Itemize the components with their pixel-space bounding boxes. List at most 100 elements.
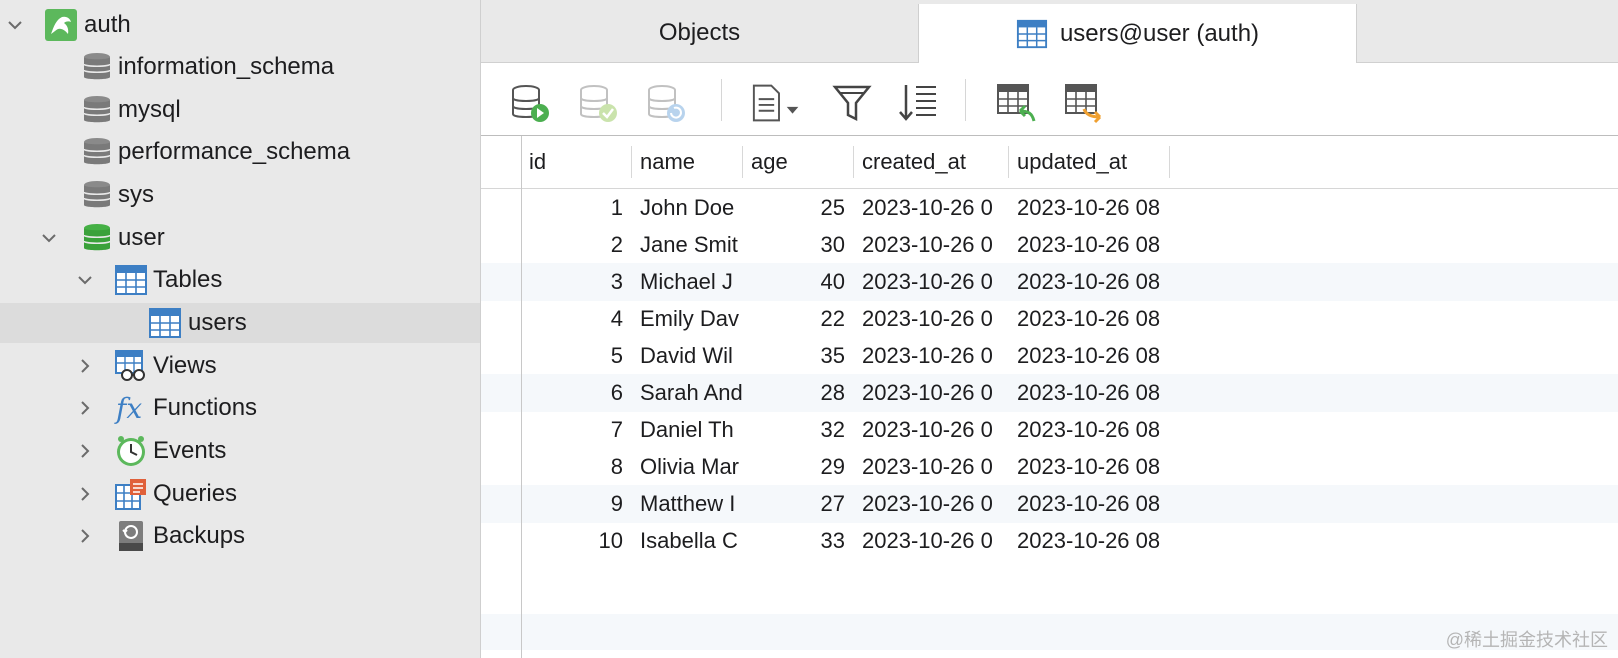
table-row[interactable]: 1 John Doe 25 2023-10-26 0 2023-10-26 08 xyxy=(481,189,1618,227)
cell-name[interactable]: Sarah And xyxy=(632,374,742,412)
filter-button[interactable] xyxy=(829,81,875,125)
cell-updated-at[interactable]: 2023-10-26 08 xyxy=(1009,411,1169,449)
cell-updated-at[interactable]: 2023-10-26 08 xyxy=(1009,189,1169,227)
cell-name[interactable]: John Doe xyxy=(632,189,742,227)
cell-name[interactable]: Daniel Th xyxy=(632,411,742,449)
cell-created-at[interactable]: 2023-10-26 0 xyxy=(854,522,1008,560)
cell-name[interactable]: David Wil xyxy=(632,337,742,375)
cell-created-at[interactable]: 2023-10-26 0 xyxy=(854,337,1008,375)
sidebar-item-auth[interactable]: auth xyxy=(0,5,480,45)
sidebar-item-user[interactable]: user xyxy=(0,218,480,258)
tab-users-table[interactable]: users@user (auth) xyxy=(919,4,1357,63)
chevron-down-icon[interactable] xyxy=(38,227,60,249)
cell-age[interactable]: 33 xyxy=(743,522,853,560)
cell-created-at[interactable]: 2023-10-26 0 xyxy=(854,374,1008,412)
sidebar-item-label: users xyxy=(188,309,247,336)
cell-age[interactable]: 35 xyxy=(743,337,853,375)
cell-age[interactable]: 32 xyxy=(743,411,853,449)
sidebar-item-queries[interactable]: Queries xyxy=(0,474,480,514)
table-row[interactable]: 9 Matthew I 27 2023-10-26 0 2023-10-26 08 xyxy=(481,485,1618,523)
chevron-right-icon[interactable] xyxy=(74,483,96,505)
cell-created-at[interactable]: 2023-10-26 0 xyxy=(854,300,1008,338)
export-button[interactable] xyxy=(1061,81,1107,125)
import-button[interactable] xyxy=(993,81,1039,125)
cell-id[interactable]: 5 xyxy=(521,337,631,375)
table-row[interactable]: 7 Daniel Th 32 2023-10-26 0 2023-10-26 08 xyxy=(481,411,1618,449)
cell-id[interactable]: 3 xyxy=(521,263,631,301)
cell-age[interactable]: 40 xyxy=(743,263,853,301)
cell-id[interactable]: 2 xyxy=(521,226,631,264)
cell-id[interactable]: 7 xyxy=(521,411,631,449)
cell-updated-at[interactable]: 2023-10-26 08 xyxy=(1009,226,1169,264)
table-row[interactable]: 8 Olivia Mar 29 2023-10-26 0 2023-10-26 08 xyxy=(481,448,1618,486)
sidebar-item-views[interactable]: Views xyxy=(0,346,480,386)
refresh-record-button[interactable] xyxy=(643,81,689,125)
cell-id[interactable]: 10 xyxy=(521,522,631,560)
cell-created-at[interactable]: 2023-10-26 0 xyxy=(854,448,1008,486)
sidebar-item-mysql[interactable]: mysql xyxy=(0,90,480,130)
column-header-age[interactable]: age xyxy=(743,136,853,188)
cell-updated-at[interactable]: 2023-10-26 08 xyxy=(1009,522,1169,560)
table-row[interactable]: 3 Michael J 40 2023-10-26 0 2023-10-26 08 xyxy=(481,263,1618,301)
cell-age[interactable]: 22 xyxy=(743,300,853,338)
sidebar-item-information-schema[interactable]: information_schema xyxy=(0,47,480,87)
empty-row xyxy=(481,578,1618,614)
cell-name[interactable]: Matthew I xyxy=(632,485,742,523)
cell-name[interactable]: Isabella C xyxy=(632,522,742,560)
column-header-id[interactable]: id xyxy=(521,136,631,188)
sidebar-item-tables[interactable]: Tables xyxy=(0,260,480,300)
cell-age[interactable]: 30 xyxy=(743,226,853,264)
sidebar-item-events[interactable]: Events xyxy=(0,431,480,471)
table-row[interactable]: 2 Jane Smit 30 2023-10-26 0 2023-10-26 08 xyxy=(481,226,1618,264)
cell-age[interactable]: 28 xyxy=(743,374,853,412)
cell-name[interactable]: Michael J xyxy=(632,263,742,301)
sidebar-item-functions[interactable]: fx Functions xyxy=(0,388,480,428)
cell-id[interactable]: 9 xyxy=(521,485,631,523)
cell-created-at[interactable]: 2023-10-26 0 xyxy=(854,226,1008,264)
cell-updated-at[interactable]: 2023-10-26 08 xyxy=(1009,448,1169,486)
column-divider[interactable] xyxy=(1169,146,1170,178)
cell-updated-at[interactable]: 2023-10-26 08 xyxy=(1009,374,1169,412)
chevron-right-icon[interactable] xyxy=(74,355,96,377)
cell-name[interactable]: Jane Smit xyxy=(632,226,742,264)
chevron-right-icon[interactable] xyxy=(74,440,96,462)
cell-age[interactable]: 29 xyxy=(743,448,853,486)
cell-created-at[interactable]: 2023-10-26 0 xyxy=(854,411,1008,449)
column-header-name[interactable]: name xyxy=(632,136,742,188)
chevron-down-icon[interactable] xyxy=(74,269,96,291)
cell-created-at[interactable]: 2023-10-26 0 xyxy=(854,189,1008,227)
cell-age[interactable]: 25 xyxy=(743,189,853,227)
cell-name[interactable]: Olivia Mar xyxy=(632,448,742,486)
chevron-right-icon[interactable] xyxy=(74,525,96,547)
cell-id[interactable]: 6 xyxy=(521,374,631,412)
sidebar-item-backups[interactable]: Backups xyxy=(0,516,480,556)
text-view-button[interactable] xyxy=(749,81,809,125)
save-record-button[interactable] xyxy=(575,81,621,125)
column-header-created-at[interactable]: created_at xyxy=(854,136,1008,188)
sort-button[interactable] xyxy=(895,81,941,125)
sidebar-item-sys[interactable]: sys xyxy=(0,175,480,215)
cell-id[interactable]: 8 xyxy=(521,448,631,486)
cell-id[interactable]: 1 xyxy=(521,189,631,227)
add-record-button[interactable] xyxy=(507,81,553,125)
cell-name[interactable]: Emily Dav xyxy=(632,300,742,338)
cell-updated-at[interactable]: 2023-10-26 08 xyxy=(1009,263,1169,301)
cell-updated-at[interactable]: 2023-10-26 08 xyxy=(1009,485,1169,523)
column-header-updated-at[interactable]: updated_at xyxy=(1009,136,1169,188)
sidebar-item-performance-schema[interactable]: performance_schema xyxy=(0,132,480,172)
cell-age[interactable]: 27 xyxy=(743,485,853,523)
table-row[interactable]: 10 Isabella C 33 2023-10-26 0 2023-10-26 08 xyxy=(481,522,1618,560)
tab-objects[interactable]: Objects xyxy=(481,4,919,62)
sidebar-item-users-table[interactable]: users xyxy=(0,303,480,343)
chevron-down-icon[interactable] xyxy=(4,14,26,36)
table-row[interactable]: 6 Sarah And 28 2023-10-26 0 2023-10-26 08 xyxy=(481,374,1618,412)
cell-updated-at[interactable]: 2023-10-26 08 xyxy=(1009,337,1169,375)
table-row[interactable]: 5 David Wil 35 2023-10-26 0 2023-10-26 08 xyxy=(481,337,1618,375)
cell-created-at[interactable]: 2023-10-26 0 xyxy=(854,263,1008,301)
chevron-right-icon[interactable] xyxy=(74,397,96,419)
cell-updated-at[interactable]: 2023-10-26 08 xyxy=(1009,300,1169,338)
cell-id[interactable]: 4 xyxy=(521,300,631,338)
sidebar-item-label: Views xyxy=(153,352,217,379)
cell-created-at[interactable]: 2023-10-26 0 xyxy=(854,485,1008,523)
table-row[interactable]: 4 Emily Dav 22 2023-10-26 0 2023-10-26 08 xyxy=(481,300,1618,338)
